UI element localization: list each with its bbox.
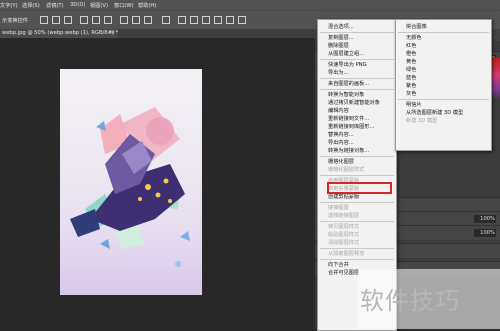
align-top-icon[interactable] — [80, 16, 88, 24]
menu-item[interactable]: 混合选项... — [318, 23, 396, 31]
menu-item: 拷贝图层样式 — [328, 224, 360, 230]
menu-item: 新建 3D 模型 — [406, 118, 438, 124]
menu-separator — [398, 99, 489, 100]
menu-item[interactable]: 栅格化图层 — [318, 158, 396, 166]
menu-item: 选择链接图层 — [328, 213, 360, 219]
layer-context-submenu: 拼合图像无颜色 红色 橙色 黄色 绿色 蓝色 紫色 灰色明信片 从所选图层新建 3D 模型 新建 … — [395, 19, 492, 151]
3d-roll-icon[interactable] — [202, 16, 210, 24]
menu-separator — [320, 78, 394, 79]
menu-filter[interactable]: 滤镜(T) — [46, 2, 64, 9]
menu-item[interactable]: 从图层建立组... — [318, 50, 396, 58]
menu-item[interactable]: 转换为链接对象... — [318, 147, 396, 155]
menu-separator — [320, 259, 394, 260]
distribute-icon[interactable] — [120, 16, 128, 24]
menu-item[interactable]: 重新链接到库图形... — [318, 123, 396, 131]
menu-separator — [320, 89, 394, 90]
menu-window[interactable]: 窗口(W) — [114, 2, 134, 9]
menu-item[interactable]: 明信片 — [396, 101, 491, 109]
menu-item[interactable]: 复制图层... — [318, 34, 396, 42]
close-icon[interactable]: × — [111, 29, 115, 38]
menu-item[interactable]: 通过拷贝新建智能对象 — [318, 99, 396, 107]
document-canvas[interactable] — [60, 69, 202, 295]
menu-item[interactable]: 拼合图像 — [396, 23, 491, 31]
menu-item[interactable]: 导出内容... — [318, 139, 396, 147]
align-middle-icon[interactable] — [92, 16, 100, 24]
menu-separator — [320, 32, 394, 33]
distribute-v-icon[interactable] — [144, 16, 152, 24]
menu-select[interactable]: 选择(S) — [22, 2, 40, 9]
menu-item[interactable]: 转换为智能对象 — [318, 91, 396, 99]
document-tab-title: webp.jpg @ 50% (webp.webp (1), RGB/8#) * — [2, 30, 119, 36]
menu-view[interactable]: 视图(V) — [90, 2, 108, 9]
3d-slide-icon[interactable] — [226, 16, 234, 24]
menu-item[interactable]: 编辑内容 — [318, 107, 396, 115]
menu-separator — [320, 221, 394, 222]
menu-separator — [398, 32, 489, 33]
3d-drag-icon[interactable] — [214, 16, 222, 24]
menu-3d[interactable]: 3D(D) — [70, 2, 85, 8]
distribute-h-icon[interactable] — [132, 16, 140, 24]
align-right-icon[interactable] — [64, 16, 72, 24]
menu-item[interactable]: 删除图层 — [318, 42, 396, 50]
menu-item: 清除图层样式 — [328, 240, 360, 246]
align-left-icon[interactable] — [40, 16, 48, 24]
menu-bar: 文字(Y) 选择(S) 滤镜(T) 3D(D) 视图(V) 窗口(W) 帮助(H… — [0, 0, 500, 10]
3d-mode-icon[interactable] — [178, 16, 186, 24]
highlight-box — [327, 182, 392, 194]
watermark-text: 软件技巧 — [360, 287, 460, 315]
opacity-field[interactable]: 100% — [474, 215, 496, 223]
menu-help[interactable]: 帮助(H) — [138, 2, 156, 9]
menu-item[interactable]: 灰色 — [396, 90, 491, 98]
watermark: 软件技巧 — [358, 269, 500, 329]
menu-separator — [320, 248, 394, 249]
menu-item[interactable]: 替换内容... — [318, 131, 396, 139]
menu-item: 链接图层 — [328, 205, 349, 211]
menu-item[interactable]: 向下合并 — [318, 261, 396, 269]
menu-separator — [320, 59, 394, 60]
align-bottom-icon[interactable] — [104, 16, 112, 24]
menu-item[interactable]: 导出为... — [318, 69, 396, 77]
menu-item[interactable]: 创建剪贴蒙版 — [318, 193, 396, 201]
menu-item[interactable]: 蓝色 — [396, 74, 491, 82]
menu-type[interactable]: 文字(Y) — [0, 2, 18, 9]
3d-rotate-icon[interactable] — [190, 16, 198, 24]
menu-item[interactable]: 无颜色 — [396, 34, 491, 42]
menu-item[interactable]: 来自图层的画板... — [318, 80, 396, 88]
menu-item: 从隔离图层释放 — [328, 251, 365, 257]
menu-separator — [320, 175, 394, 176]
menu-item[interactable]: 快速导出为 PNG — [318, 61, 396, 69]
butterfly-artwork — [70, 107, 190, 267]
document-tab-bar: webp.jpg @ 50% (webp.webp (1), RGB/8#) *… — [0, 29, 315, 38]
menu-item: 粘贴图层样式 — [328, 232, 360, 238]
menu-item[interactable]: 重新链接到文件... — [318, 115, 396, 123]
fill-field[interactable]: 100% — [474, 229, 496, 237]
menu-separator — [320, 202, 394, 203]
menu-item[interactable]: 绿色 — [396, 66, 491, 74]
show-transform-controls-label[interactable]: 示变换控件 — [2, 17, 28, 24]
menu-separator — [320, 156, 394, 157]
document-tab[interactable]: webp.jpg @ 50% (webp.webp (1), RGB/8#) *… — [0, 29, 118, 38]
align-center-icon[interactable] — [52, 16, 60, 24]
menu-item[interactable]: 从所选图层新建 3D 模型 — [396, 109, 491, 117]
menu-item[interactable]: 红色 — [396, 42, 491, 50]
3d-scale-icon[interactable] — [238, 16, 246, 24]
menu-item[interactable]: 黄色 — [396, 58, 491, 66]
menu-item[interactable]: 紫色 — [396, 82, 491, 90]
menu-item[interactable]: 橙色 — [396, 50, 491, 58]
more-options-icon[interactable] — [162, 16, 170, 24]
menu-item: 栅格化图层样式 — [328, 167, 365, 173]
